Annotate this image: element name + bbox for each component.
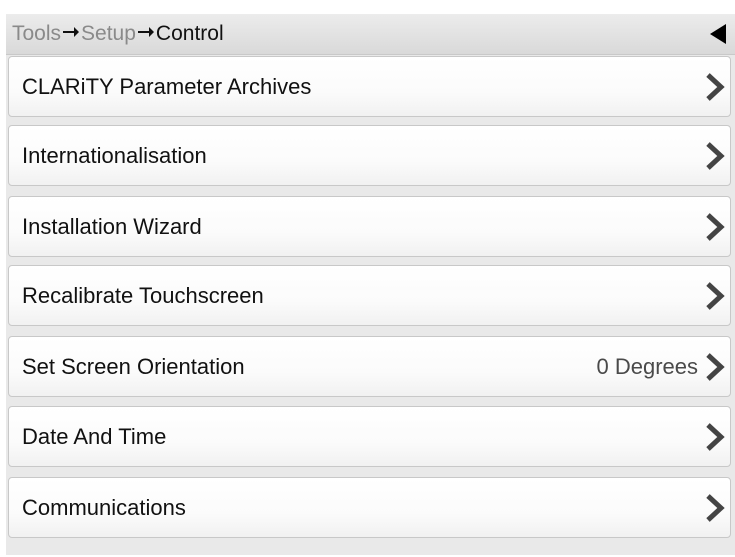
menu-item-label: Internationalisation [22, 142, 207, 168]
chevron-right-icon [706, 212, 725, 241]
menu-item-installation-wizard[interactable]: Installation Wizard [8, 196, 731, 257]
breadcrumb-tools[interactable]: Tools [12, 22, 61, 45]
orientation-value: 0 Degrees [596, 353, 698, 379]
chevron-right-icon [706, 493, 725, 522]
menu-item-communications[interactable]: Communications [8, 477, 731, 538]
menu-item-internationalisation[interactable]: Internationalisation [8, 125, 731, 186]
menu-item-label: Installation Wizard [22, 213, 202, 239]
chevron-right-icon [706, 72, 725, 101]
menu-item-label: Set Screen Orientation [22, 353, 245, 379]
arrow-right-icon [63, 27, 80, 38]
menu-item-label: Date And Time [22, 423, 167, 449]
menu-item-label: Communications [22, 494, 186, 520]
menu-item-set-screen-orientation[interactable]: Set Screen Orientation 0 Degrees [8, 336, 731, 397]
title-bar: Tools Setup Control [6, 14, 735, 55]
menu-item-clarity-parameter-archives[interactable]: CLARiTY Parameter Archives [8, 56, 731, 117]
breadcrumb-control: Control [155, 22, 224, 45]
chevron-right-icon [706, 141, 725, 170]
menu-item-label: Recalibrate Touchscreen [22, 282, 264, 308]
menu-item-date-and-time[interactable]: Date And Time [8, 406, 731, 467]
chevron-right-icon [706, 352, 725, 381]
chevron-right-icon [706, 281, 725, 310]
breadcrumb: Tools Setup Control [12, 22, 224, 46]
back-triangle-icon [710, 24, 726, 44]
chevron-right-icon [706, 422, 725, 451]
arrow-right-icon [137, 27, 154, 38]
menu-item-label: CLARiTY Parameter Archives [22, 73, 312, 99]
control-screen: Tools Setup Control CLARiTY Parameter Arch… [6, 14, 735, 555]
menu-item-recalibrate-touchscreen[interactable]: Recalibrate Touchscreen [8, 265, 731, 326]
back-button[interactable] [703, 20, 733, 48]
breadcrumb-setup[interactable]: Setup [81, 22, 136, 45]
